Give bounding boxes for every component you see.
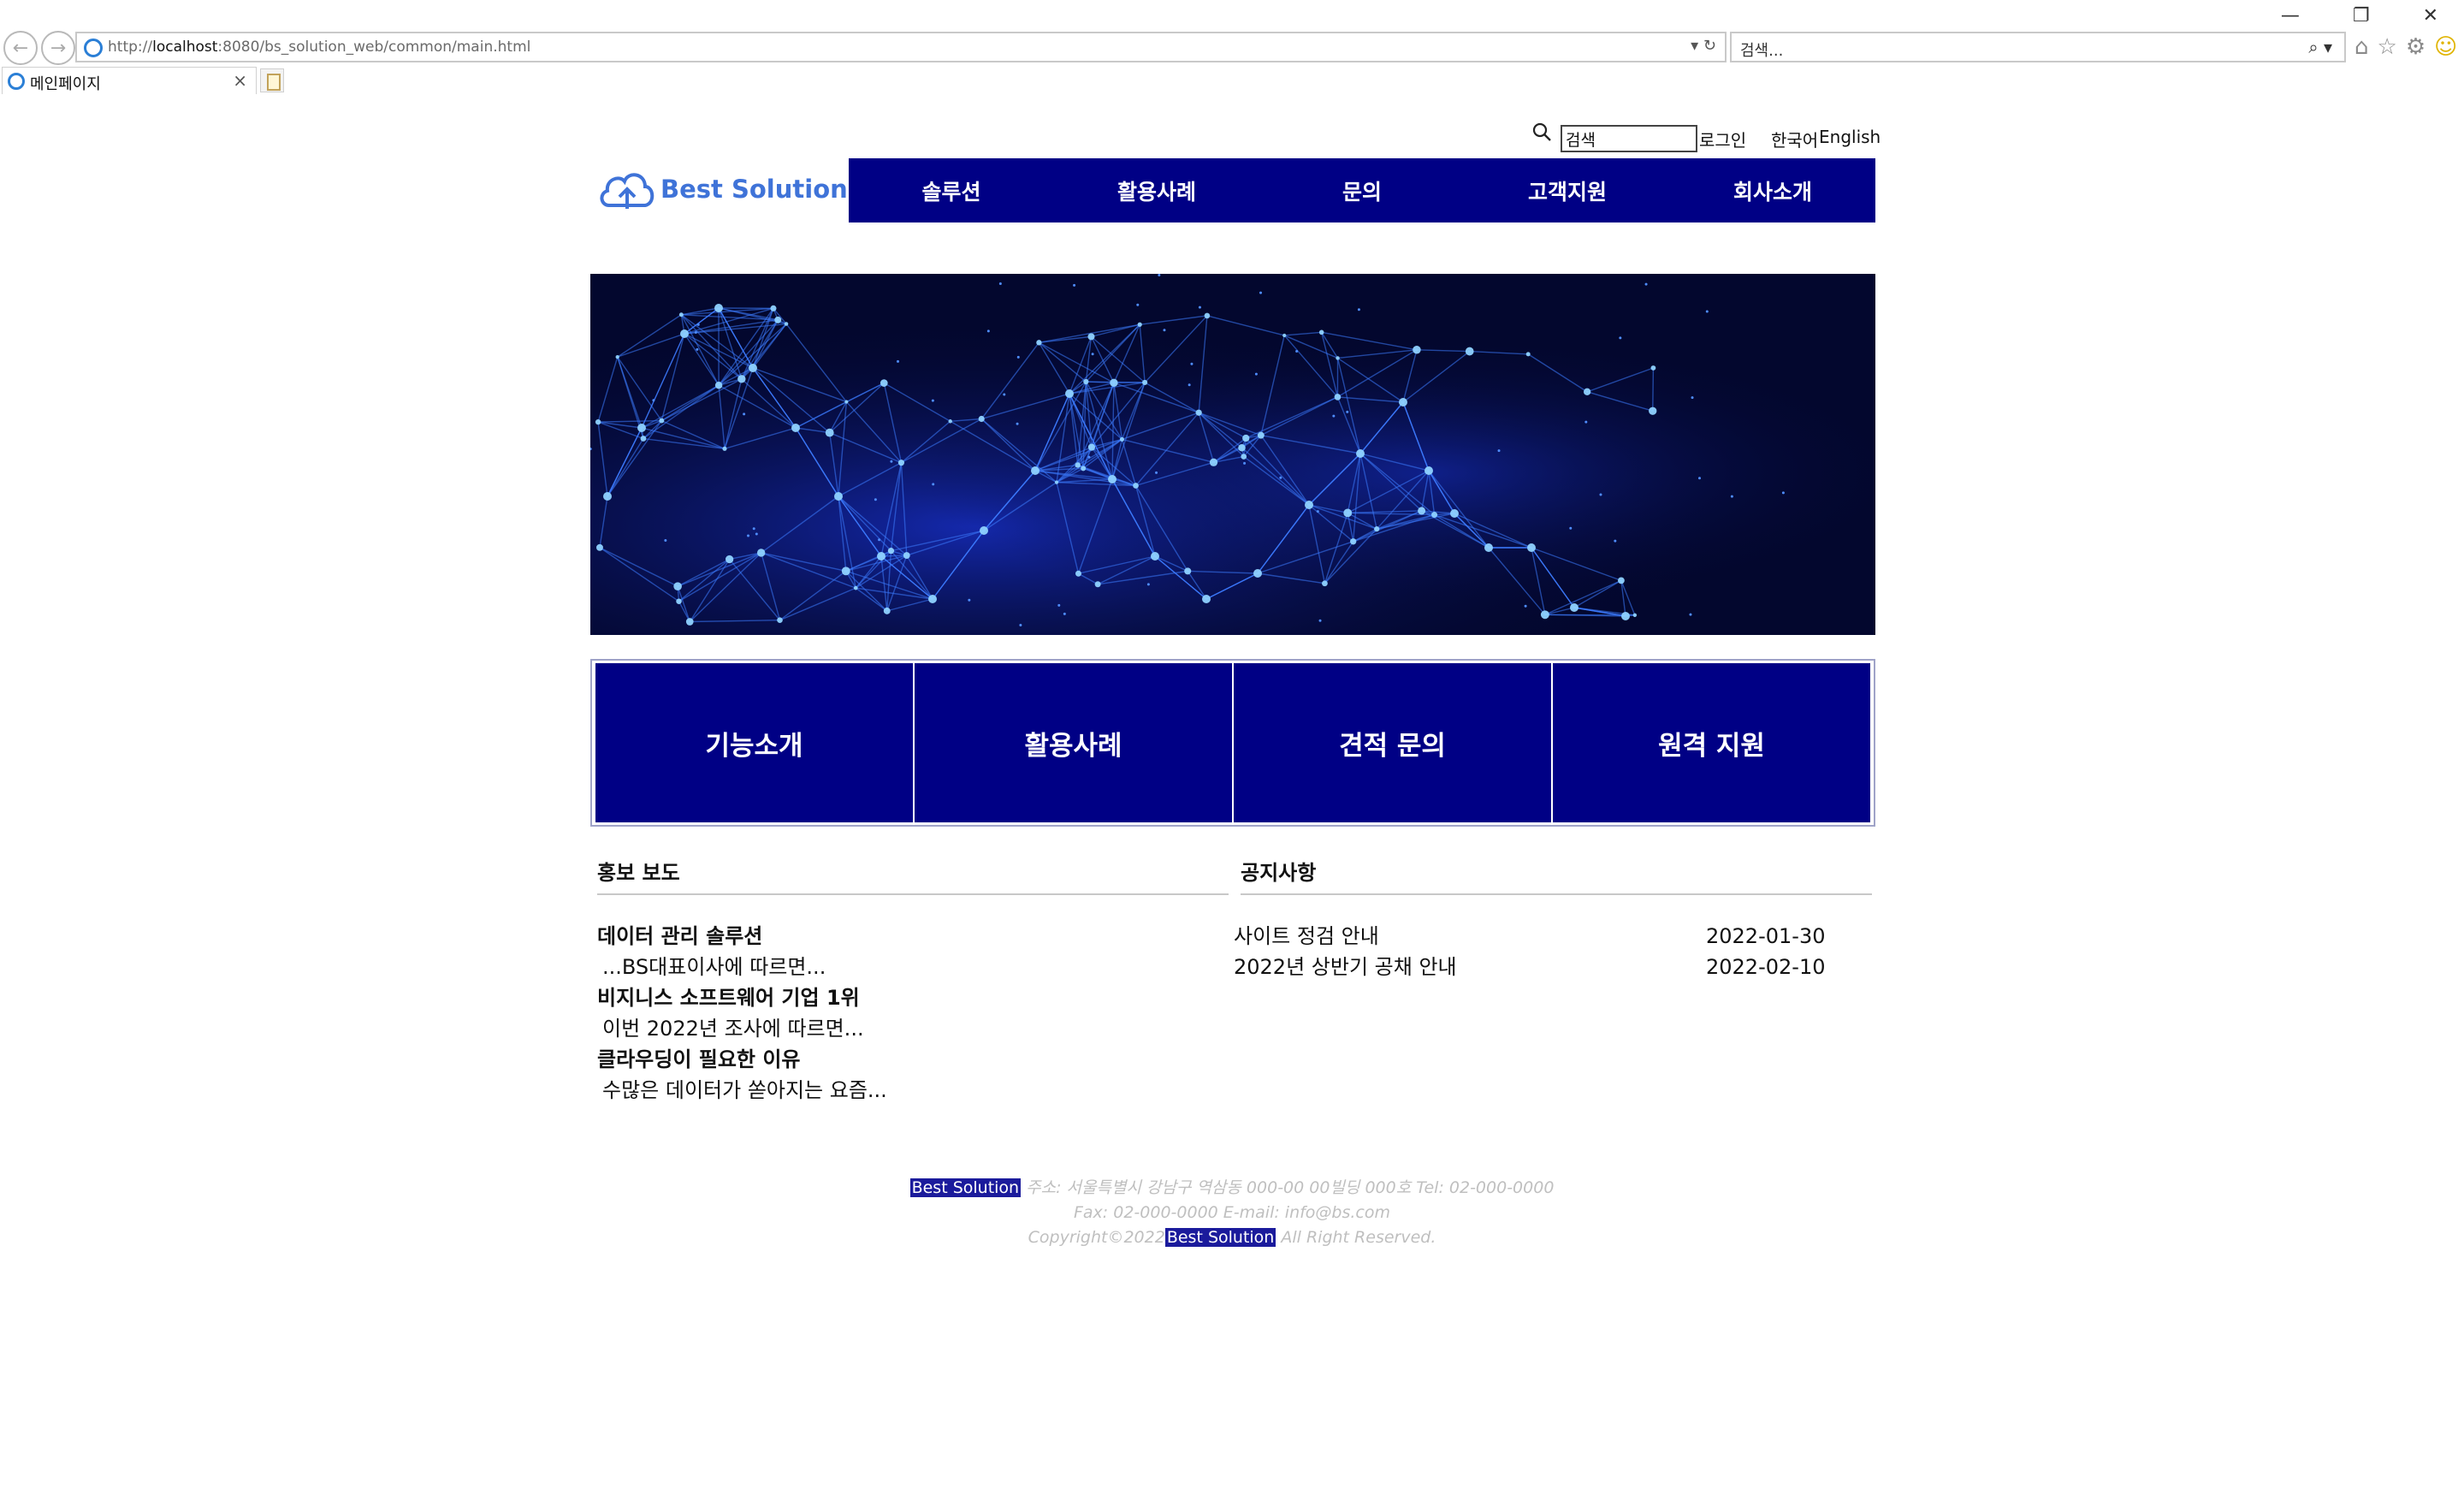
ie-tab-icon bbox=[8, 73, 25, 90]
tab-main[interactable]: 메인페이지 × bbox=[2, 67, 257, 94]
divider bbox=[1241, 893, 1872, 895]
lang-english-link[interactable]: English bbox=[1819, 127, 1881, 147]
utility-bar: 로그인 한국어 English bbox=[1531, 120, 1882, 152]
window-controls: — ❐ ✕ bbox=[2281, 5, 2438, 27]
notice-section-title: 공지사항 bbox=[1241, 861, 1317, 885]
search-icon[interactable] bbox=[1531, 122, 1552, 142]
lang-korean-link[interactable]: 한국어 bbox=[1771, 127, 1818, 151]
notice-date: 2022-01-30 bbox=[1706, 924, 1826, 948]
main-navigation: 솔루션 활용사례 문의 고객지원 회사소개 bbox=[849, 158, 1875, 222]
footer-brand: Best Solution bbox=[1164, 1228, 1276, 1247]
footer-copyright-suffix: All Right Reserved. bbox=[1276, 1228, 1436, 1247]
browser-chrome: — ❐ ✕ ← → http://localhost:8080/bs_solut… bbox=[0, 0, 2464, 94]
notice-title[interactable]: 사이트 정검 안내 bbox=[1234, 921, 1379, 952]
browser-search-placeholder: 검색... bbox=[1740, 42, 1784, 60]
minimize-icon[interactable]: — bbox=[2281, 5, 2300, 27]
restore-icon[interactable]: ❐ bbox=[2353, 5, 2370, 27]
login-link[interactable]: 로그인 bbox=[1699, 127, 1746, 151]
quick-menu: 기능소개 활용사례 견적 문의 원격 지원 bbox=[590, 659, 1875, 827]
favorites-star-icon[interactable]: ☆ bbox=[2378, 34, 2397, 60]
notice-section: 공지사항 사이트 정검 안내 2022-01-30 2022년 상반기 공채 안… bbox=[1234, 847, 1872, 982]
press-section: 홍보 보도 데이터 관리 솔루션 ...BS대표이사에 따르면... 비지니스 … bbox=[597, 847, 1229, 1106]
footer-copyright-line: Copyright©2022 Best Solution All Right Re… bbox=[0, 1225, 2464, 1250]
refresh-icon[interactable]: ▾ ↻ bbox=[1691, 37, 1716, 55]
notice-title[interactable]: 2022년 상반기 공채 안내 bbox=[1234, 952, 1457, 982]
new-tab-button[interactable] bbox=[260, 68, 284, 92]
close-window-icon[interactable]: ✕ bbox=[2423, 5, 2438, 27]
quick-remote-support[interactable]: 원격 지원 bbox=[1553, 663, 1870, 822]
notice-list: 사이트 정검 안내 2022-01-30 2022년 상반기 공채 안내 202… bbox=[1234, 921, 1865, 982]
logo-text: Best Solution bbox=[660, 175, 848, 204]
quick-quote-inquiry[interactable]: 견적 문의 bbox=[1234, 663, 1551, 822]
gear-icon[interactable]: ⚙ bbox=[2406, 34, 2426, 60]
nav-item-inquiry[interactable]: 문의 bbox=[1259, 158, 1465, 222]
divider bbox=[597, 893, 1229, 895]
tab-close-icon[interactable]: × bbox=[233, 70, 247, 91]
tab-title: 메인페이지 bbox=[30, 75, 101, 93]
nav-item-solution[interactable]: 솔루션 bbox=[849, 158, 1054, 222]
list-item: 클라우딩이 필요한 이유 수많은 데이터가 쏟아지는 요즘... bbox=[597, 1044, 1229, 1106]
press-summary: 이번 2022년 조사에 따르면... bbox=[602, 1017, 864, 1041]
nav-item-support[interactable]: 고객지원 bbox=[1465, 158, 1670, 222]
press-list: 데이터 관리 솔루션 ...BS대표이사에 따르면... 비지니스 소프트웨어 … bbox=[597, 921, 1229, 1106]
cloud-upload-icon bbox=[600, 173, 654, 209]
ie-page-icon bbox=[84, 39, 103, 57]
press-section-title: 홍보 보도 bbox=[597, 861, 680, 885]
footer-contact-line: Fax: 02-000-0000 E-mail: info@bs.com bbox=[1073, 1203, 1391, 1222]
nav-item-use-cases[interactable]: 활용사례 bbox=[1054, 158, 1259, 222]
logo[interactable]: Best Solution bbox=[597, 163, 848, 214]
nav-item-company[interactable]: 회사소개 bbox=[1670, 158, 1875, 222]
web-page: 로그인 한국어 English Best Solution 솔루션 활용사례 문… bbox=[0, 94, 2464, 1489]
press-title[interactable]: 클라우딩이 필요한 이유 bbox=[597, 1044, 1229, 1075]
browser-search-box[interactable]: 검색... ⌕ ▾ bbox=[1730, 32, 2346, 62]
notice-date: 2022-02-10 bbox=[1706, 955, 1826, 979]
back-icon[interactable]: ← bbox=[3, 31, 38, 65]
press-title[interactable]: 데이터 관리 솔루션 bbox=[597, 921, 1229, 952]
smiley-feedback-icon[interactable]: ☺ bbox=[2434, 34, 2457, 60]
toolbar-icons: ⌂ ☆ ⚙ ☺ bbox=[2354, 34, 2457, 60]
quick-features[interactable]: 기능소개 bbox=[595, 663, 913, 822]
list-item: 사이트 정검 안내 2022-01-30 bbox=[1234, 921, 1865, 952]
forward-icon[interactable]: → bbox=[41, 31, 75, 65]
footer-brand: Best Solution bbox=[909, 1178, 1022, 1197]
press-summary: 수많은 데이터가 쏟아지는 요즘... bbox=[602, 1078, 887, 1102]
quick-use-cases[interactable]: 활용사례 bbox=[915, 663, 1232, 822]
footer-address-line: Best Solution 주소: 서울특별시 강남구 역삼동 000-00 0… bbox=[0, 1176, 2464, 1201]
press-summary: ...BS대표이사에 따르면... bbox=[602, 955, 826, 979]
hero-banner-image bbox=[590, 274, 1875, 635]
address-url: http://localhost:8080/bs_solution_web/co… bbox=[108, 39, 531, 56]
network-graphic bbox=[590, 274, 1875, 635]
footer-address: 주소: 서울특별시 강남구 역삼동 000-00 00빌딩 000호 Tel: … bbox=[1021, 1178, 1555, 1197]
footer-copyright-prefix: Copyright©2022 bbox=[1028, 1228, 1165, 1247]
tab-row: 메인페이지 × bbox=[0, 67, 2464, 94]
list-item: 데이터 관리 솔루션 ...BS대표이사에 따르면... bbox=[597, 921, 1229, 982]
list-item: 비지니스 소프트웨어 기업 1위 이번 2022년 조사에 따르면... bbox=[597, 982, 1229, 1044]
home-icon[interactable]: ⌂ bbox=[2354, 34, 2369, 60]
address-bar[interactable]: http://localhost:8080/bs_solution_web/co… bbox=[75, 32, 1727, 62]
press-title[interactable]: 비지니스 소프트웨어 기업 1위 bbox=[597, 982, 1229, 1013]
site-search-input[interactable] bbox=[1561, 125, 1697, 152]
address-row: ← → http://localhost:8080/bs_solution_we… bbox=[0, 29, 2464, 67]
footer: Best Solution 주소: 서울특별시 강남구 역삼동 000-00 0… bbox=[0, 1176, 2464, 1250]
list-item: 2022년 상반기 공채 안내 2022-02-10 bbox=[1234, 952, 1865, 982]
search-icon[interactable]: ⌕ ▾ bbox=[2308, 37, 2332, 57]
